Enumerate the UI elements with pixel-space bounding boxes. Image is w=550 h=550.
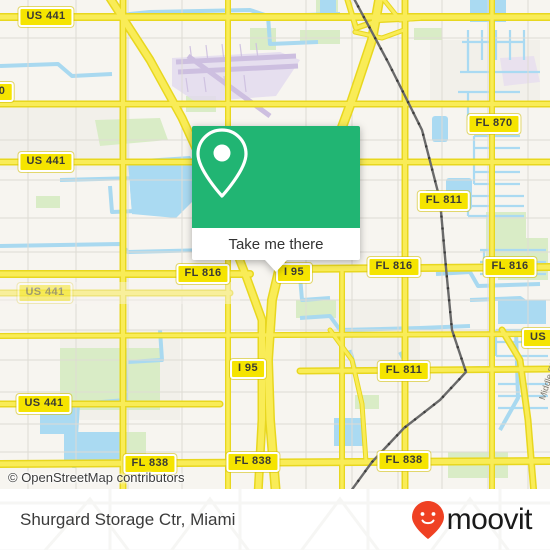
map-screenshot: US 441 0 US 441 FL 870 FL 811 US 441 FL 816 I 9… — [0, 0, 550, 550]
moovit-brand[interactable]: moovit — [411, 500, 533, 540]
road-shield: 0 — [0, 82, 14, 102]
callout-pin-area — [192, 126, 360, 228]
location-callout-card[interactable]: Take me there — [192, 126, 360, 272]
road-shield: US 441 — [18, 7, 74, 27]
road-shield: FL 870 — [467, 114, 521, 134]
take-me-there-button[interactable]: Take me there — [192, 228, 360, 260]
road-shield: FL 811 — [377, 361, 431, 381]
road-shield: FL 838 — [226, 452, 280, 472]
road-shield: FL 816 — [176, 264, 230, 284]
callout-pointer — [265, 260, 287, 272]
road-shield: US 441 — [16, 394, 72, 414]
footer-bar: Shurgard Storage Ctr, Miami moovit — [0, 489, 550, 550]
take-me-there-label: Take me there — [228, 235, 324, 253]
moovit-smiling-pin-icon — [411, 500, 444, 539]
road-shield: US 1 — [521, 328, 550, 348]
osm-attribution[interactable]: © OpenStreetMap contributors — [8, 470, 185, 485]
road-shield: FL 816 — [367, 257, 421, 277]
map-pin-icon — [196, 128, 248, 198]
map-canvas[interactable]: US 441 0 US 441 FL 870 FL 811 US 441 FL 816 I 9… — [0, 0, 550, 489]
road-shield: I 95 — [230, 359, 266, 379]
place-title: Shurgard Storage Ctr, Miami — [20, 509, 236, 529]
road-shield: FL 816 — [483, 257, 537, 277]
road-shield: FL 838 — [377, 451, 431, 471]
road-shield: US 441 — [17, 283, 73, 303]
road-shield: US 441 — [18, 152, 74, 172]
road-shield: FL 811 — [417, 191, 471, 211]
moovit-wordmark: moovit — [446, 502, 533, 536]
